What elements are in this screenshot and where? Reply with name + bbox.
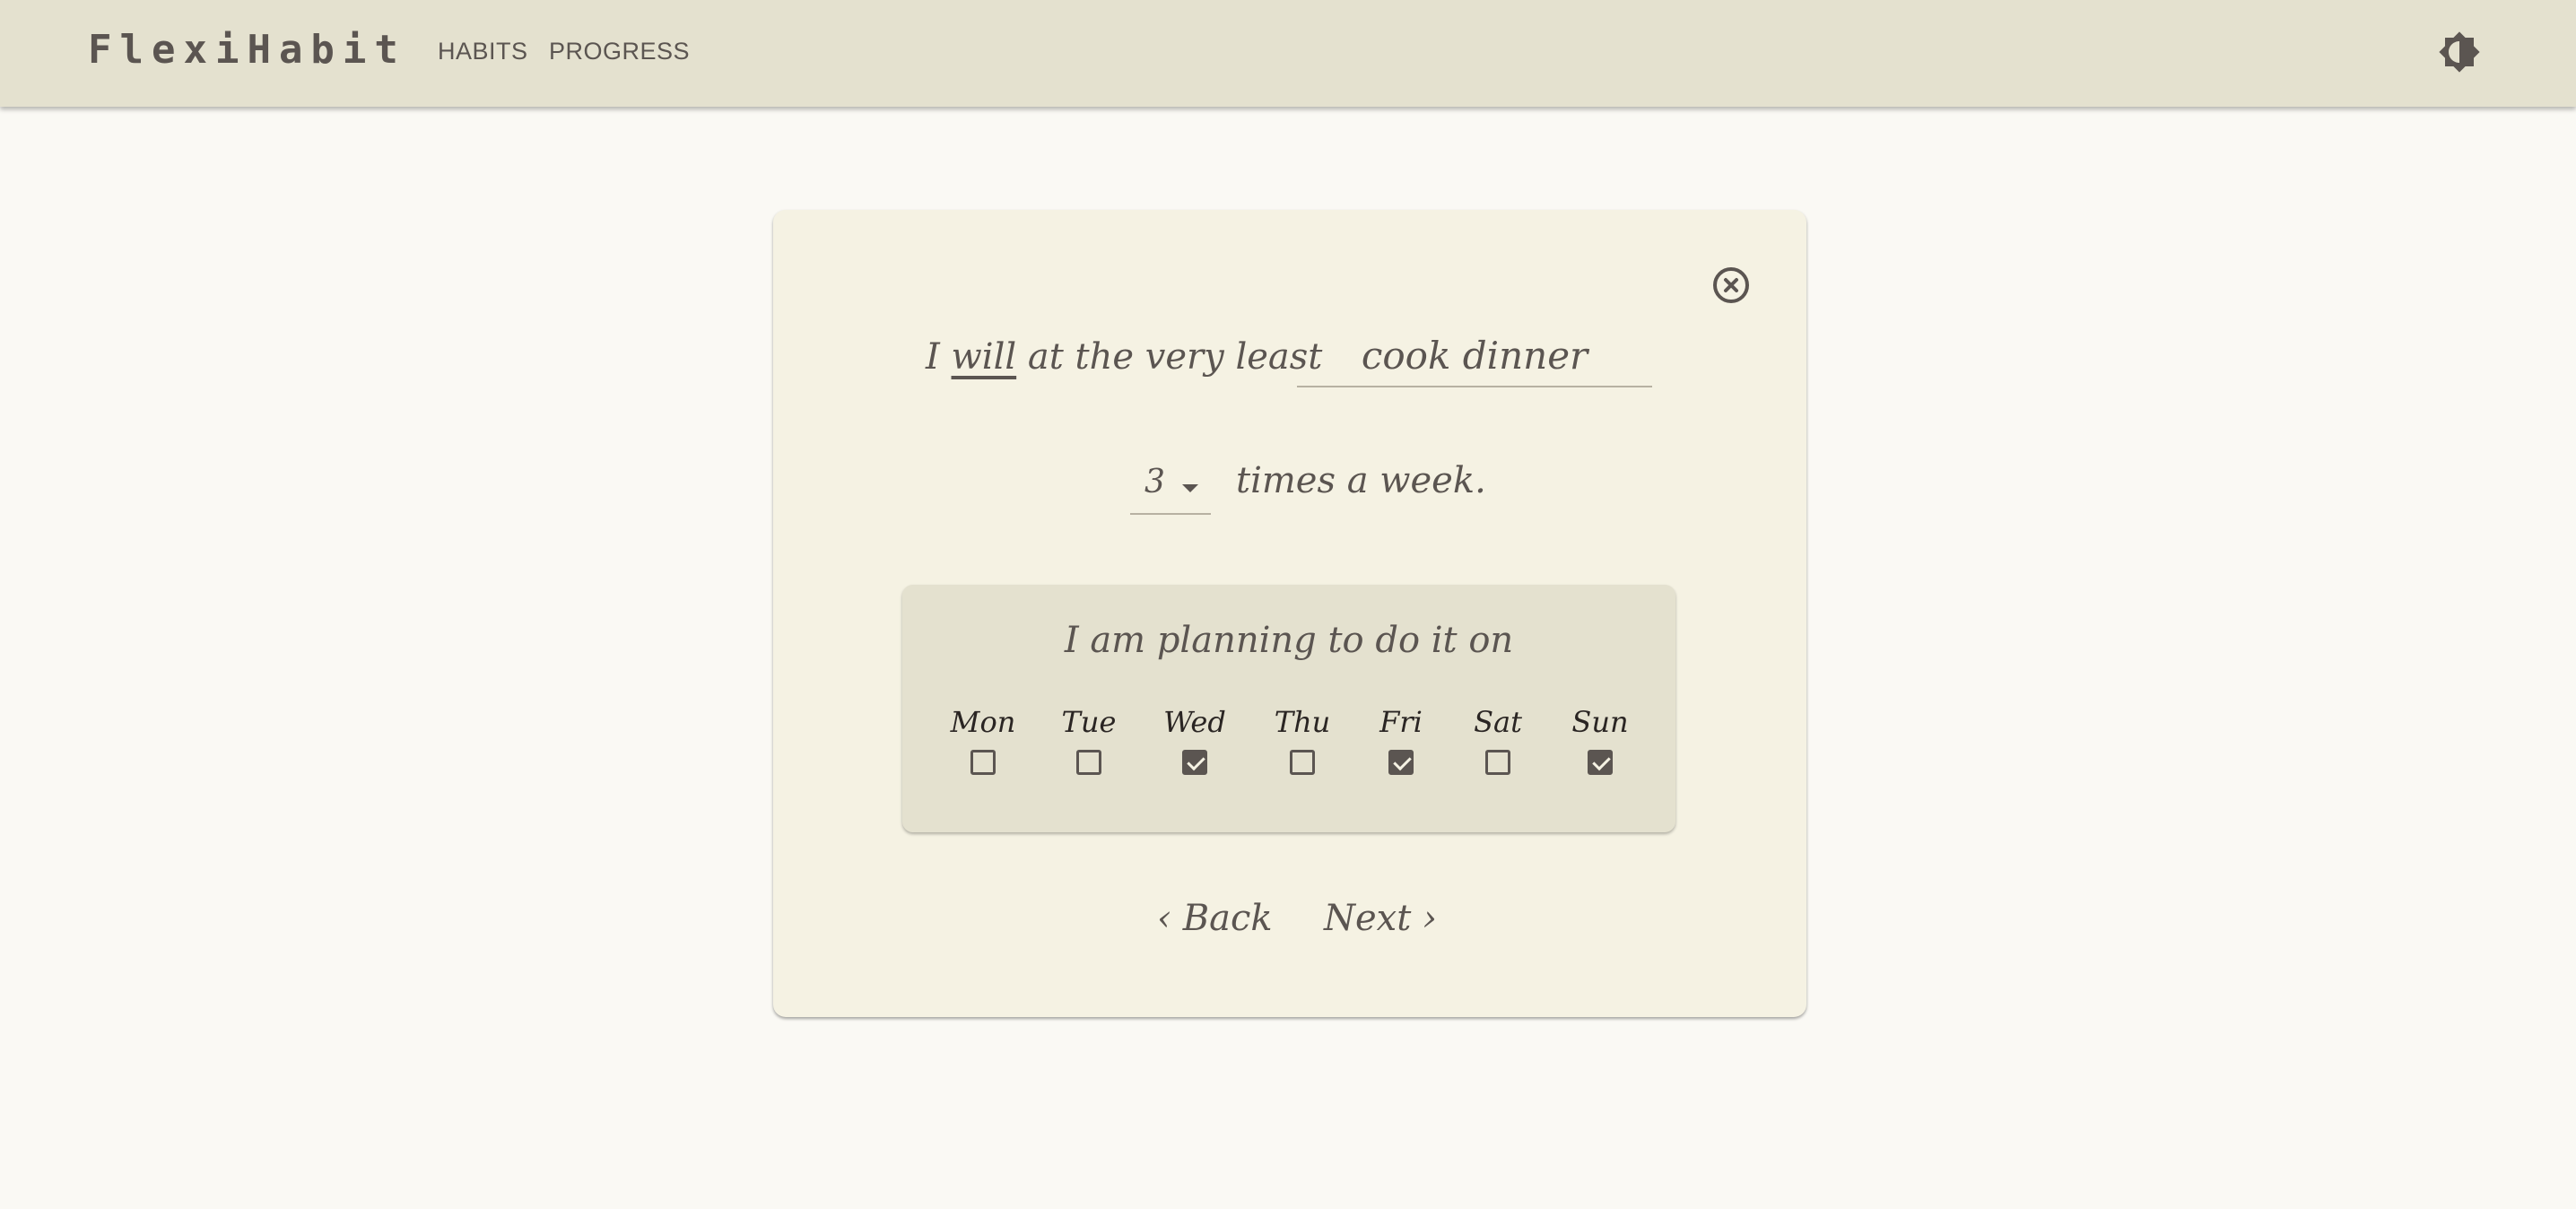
day-label: Sat — [1474, 705, 1522, 739]
habit-setup-dialog: I will at the very least 3 times a week.… — [773, 210, 1806, 1017]
nav-progress-link[interactable]: PROGRESS — [549, 36, 690, 66]
day-checkbox-tue[interactable] — [1076, 750, 1101, 775]
day-wed: Wed — [1150, 703, 1240, 775]
day-label: Mon — [950, 705, 1016, 739]
sentence-rest: at the very least — [1027, 336, 1323, 378]
day-label: Fri — [1379, 705, 1423, 739]
app-logo-title[interactable]: FlexiHabit — [88, 25, 406, 75]
day-checkbox-sat[interactable] — [1485, 750, 1510, 775]
sentence-i: I — [926, 336, 940, 378]
day-sat: Sat — [1453, 703, 1543, 775]
day-sun: Sun — [1555, 703, 1645, 775]
day-label: Wed — [1163, 705, 1226, 739]
day-label: Tue — [1061, 705, 1117, 739]
frequency-select[interactable]: 3 — [1130, 454, 1211, 515]
habit-sentence: I will at the very least — [926, 334, 1322, 380]
nav-habits-link[interactable]: HABITS — [438, 36, 528, 66]
day-checkbox-fri[interactable] — [1388, 750, 1414, 775]
day-plan-panel: I am planning to do it on Mon Tue Wed Th… — [902, 585, 1675, 832]
frequency-suffix: times a week. — [1236, 460, 1486, 501]
day-thu: Thu — [1258, 703, 1347, 775]
day-checkbox-sun[interactable] — [1588, 750, 1613, 775]
habit-name-input[interactable] — [1297, 325, 1652, 387]
close-circle-icon[interactable] — [1710, 264, 1753, 307]
back-button[interactable]: ‹ Back — [1157, 895, 1273, 942]
day-label: Thu — [1274, 705, 1331, 739]
day-label: Sun — [1571, 705, 1629, 739]
day-checkbox-thu[interactable] — [1290, 750, 1315, 775]
sentence-will-toggle[interactable]: will — [952, 336, 1017, 378]
brightness-icon[interactable] — [2438, 30, 2481, 74]
day-tue: Tue — [1044, 703, 1134, 775]
app-bar: FlexiHabit HABITS PROGRESS — [0, 0, 2576, 107]
day-checkbox-mon[interactable] — [970, 750, 996, 775]
frequency-value: 3 — [1144, 464, 1165, 500]
day-mon: Mon — [938, 703, 1028, 775]
day-plan-title: I am planning to do it on — [1064, 620, 1514, 661]
dropdown-arrow-icon — [1182, 484, 1198, 492]
day-fri: Fri — [1356, 703, 1446, 775]
day-checkbox-wed[interactable] — [1182, 750, 1207, 775]
next-button[interactable]: Next › — [1324, 895, 1437, 942]
